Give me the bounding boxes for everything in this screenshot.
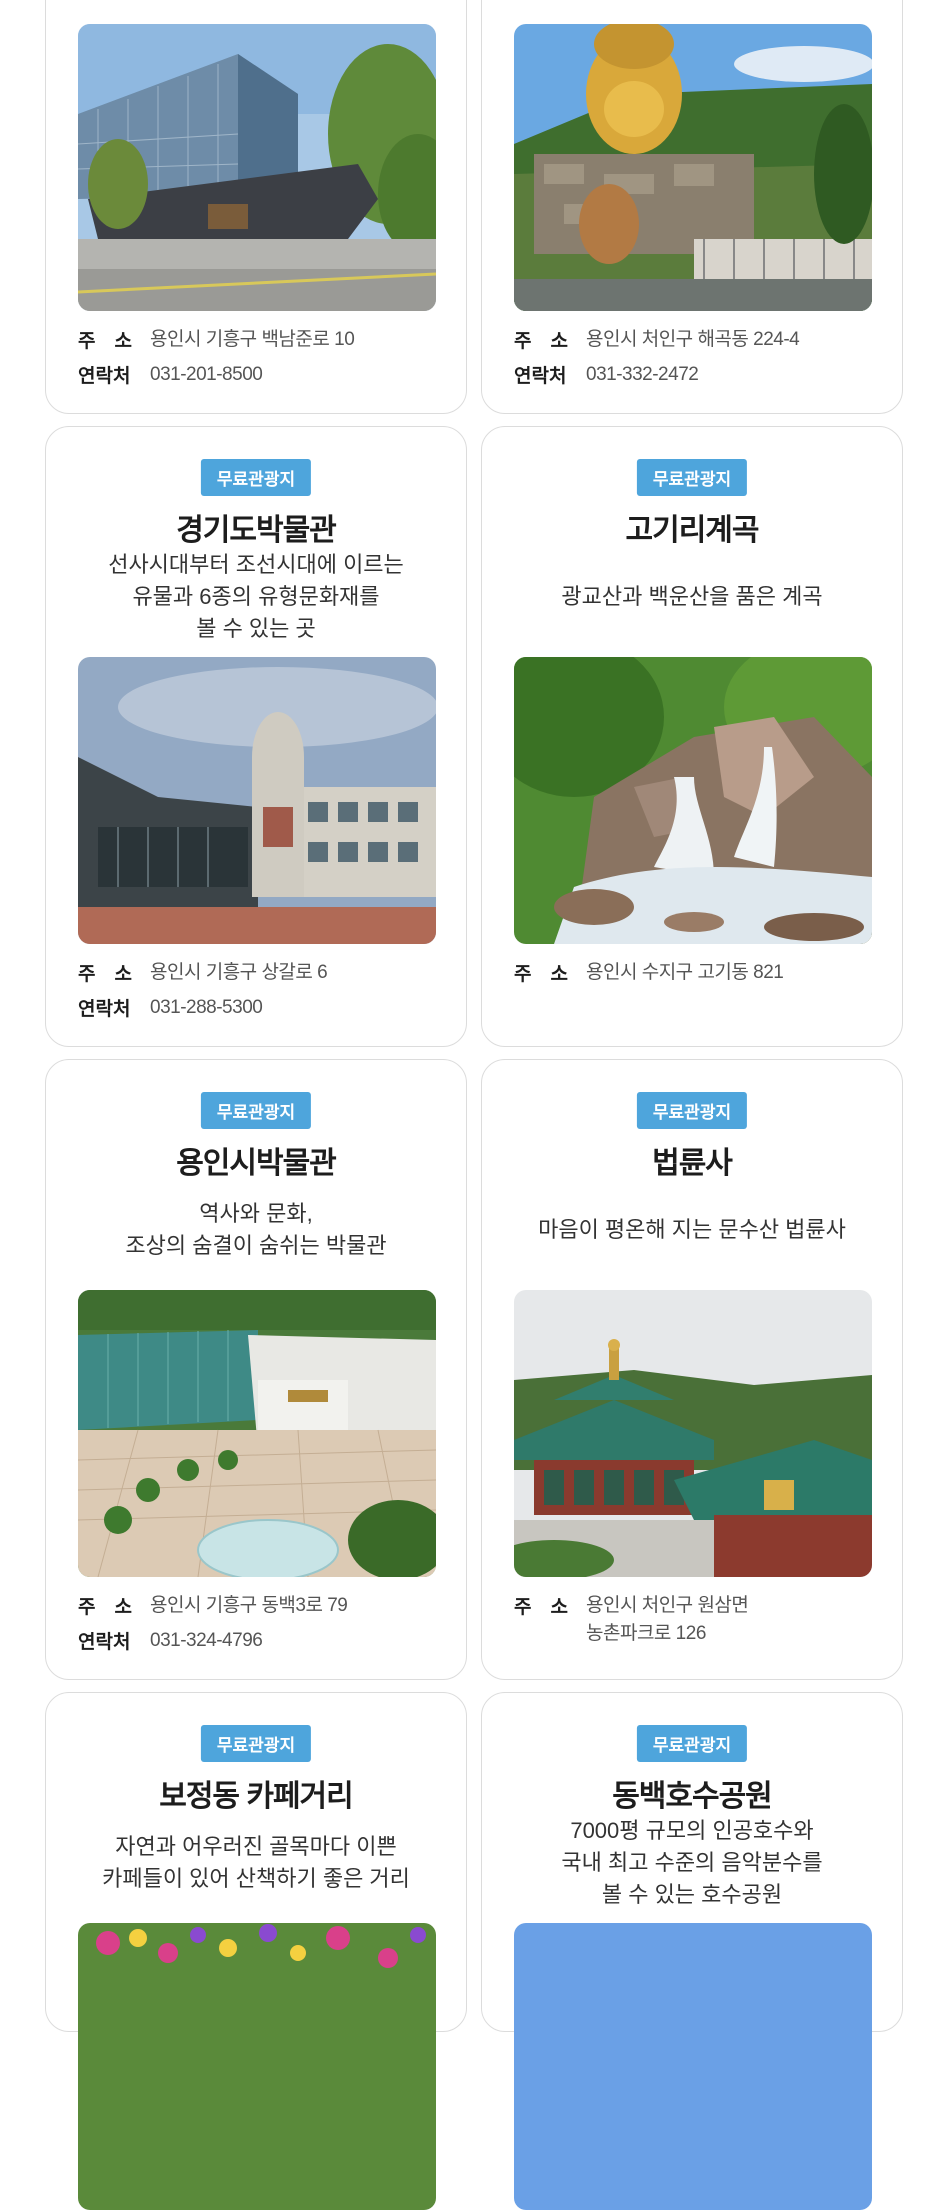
address-label: 주 소 [78,964,132,985]
attraction-description: 마음이 평온해 지는 문수산 법륜사 [492,1214,892,1246]
address-label: 주 소 [514,331,568,352]
address-value: 용인시 기흥구 상갈로 6 [150,962,328,983]
contact-label: 연락처 [514,366,567,387]
contact-value[interactable]: 031-288-5300 [150,994,263,1022]
description-line: 마음이 평온해 지는 문수산 법륜사 [538,1217,846,1242]
address-row: 주 소 용인시 처인구 원삼면 농촌파크로 126 [514,1592,882,1648]
description-line: 유물과 6종의 유형문화재를 [132,584,380,609]
free-attraction-badge: 무료관광지 [636,459,748,496]
attraction-description: 7000평 규모의 인공호수와 국내 최고 수준의 음악분수를 볼 수 있는 호… [492,1815,892,1911]
contact-value[interactable]: 031-201-8500 [150,361,263,389]
address-row: 주 소 용인시 수지구 고기동 821 [514,959,882,987]
address-row: 주 소 용인시 처인구 해곡동 224-4 [514,326,882,354]
temple-photo [514,1290,872,1577]
address-row: 주 소 용인시 기흥구 백남준로 10 [78,326,446,354]
attraction-card-bojeong-cafe-street[interactable]: 무료관광지 보정동 카페거리 자연과 어우러진 골목마다 이쁜 카페들이 있어 … [45,1692,467,2210]
description-line: 선사시대부터 조선시대에 이르는 [108,552,404,577]
attraction-title: 동백호수공원 [612,1780,773,1813]
attraction-card-buddha-temple[interactable]: 주 소 용인시 처인구 해곡동 224-4 연락처 031-332-2472 [481,0,903,414]
description-line: 카페들이 있어 산책하기 좋은 거리 [102,1866,410,1891]
description-line: 7000평 규모의 인공호수와 [570,1818,814,1843]
description-line: 자연과 어우러진 골목마다 이쁜 [115,1834,397,1859]
contact-row: 연락처 031-324-4796 [78,1627,446,1655]
attraction-description: 자연과 어우러진 골목마다 이쁜 카페들이 있어 산책하기 좋은 거리 [56,1831,456,1895]
description-line: 역사와 문화, [199,1201,313,1226]
attraction-card-yongin-museum[interactable]: 무료관광지 용인시박물관 역사와 문화, 조상의 숨결이 숨쉬는 박물관 주 소… [45,1059,467,1680]
address-value: 용인시 수지구 고기동 821 [586,962,784,983]
contact-value[interactable]: 031-324-4796 [150,1627,263,1655]
address-value: 용인시 처인구 원삼면 농촌파크로 126 [586,1592,749,1648]
contact-value[interactable]: 031-332-2472 [586,361,699,389]
address-row: 주 소 용인시 기흥구 동백3로 79 [78,1592,446,1620]
attraction-description: 선사시대부터 조선시대에 이르는 유물과 6종의 유형문화재를 볼 수 있는 곳 [56,549,456,645]
attraction-card-beopryunsa-temple[interactable]: 무료관광지 법륜사 마음이 평온해 지는 문수산 법륜사 주 소 용인시 처인구… [481,1059,903,1680]
free-attraction-badge: 무료관광지 [200,1725,312,1762]
free-attraction-badge: 무료관광지 [200,459,312,496]
description-line: 볼 수 있는 호수공원 [601,1882,783,1907]
buddha-statue-photo [514,24,872,311]
address-line: 용인시 처인구 원삼면 [586,1595,749,1616]
description-line: 국내 최고 수준의 음악분수를 [561,1850,823,1875]
description-line: 볼 수 있는 곳 [196,616,316,641]
yongin-museum-photo [78,1290,436,1577]
valley-photo [514,657,872,944]
address-label: 주 소 [514,1597,568,1618]
description-line: 광교산과 백운산을 품은 계곡 [561,584,823,609]
attraction-title: 보정동 카페거리 [159,1780,354,1813]
contact-label: 연락처 [78,366,131,387]
lake-park-photo [514,1923,872,2210]
attraction-card-gyeonggi-museum[interactable]: 무료관광지 경기도박물관 선사시대부터 조선시대에 이르는 유물과 6종의 유형… [45,426,467,1047]
address-value: 용인시 처인구 해곡동 224-4 [586,329,800,350]
address-row: 주 소 용인시 기흥구 상갈로 6 [78,959,446,987]
free-attraction-badge: 무료관광지 [636,1092,748,1129]
cafe-street-photo [78,1923,436,2210]
attraction-card-nam-june-paik-art-center[interactable]: 주 소 용인시 기흥구 백남준로 10 연락처 031-201-8500 [45,0,467,414]
address-label: 주 소 [514,964,568,985]
art-center-photo [78,24,436,311]
attraction-title: 법륜사 [652,1147,733,1180]
contact-row: 연락처 031-332-2472 [514,361,882,389]
description-line: 조상의 숨결이 숨쉬는 박물관 [125,1233,387,1258]
attraction-title: 경기도박물관 [176,514,337,547]
address-label: 주 소 [78,331,132,352]
address-line: 농촌파크로 126 [586,1623,706,1644]
contact-row: 연락처 031-201-8500 [78,361,446,389]
attraction-title: 고기리계곡 [625,514,760,547]
address-label: 주 소 [78,1597,132,1618]
contact-row: 연락처 031-288-5300 [78,994,446,1022]
museum-photo [78,657,436,944]
contact-label: 연락처 [78,1632,131,1653]
attraction-title: 용인시박물관 [176,1147,337,1180]
contact-label: 연락처 [78,999,131,1020]
free-attraction-badge: 무료관광지 [636,1725,748,1762]
attraction-card-dongbaek-lake-park[interactable]: 무료관광지 동백호수공원 7000평 규모의 인공호수와 국내 최고 수준의 음… [481,1692,903,2210]
free-attraction-badge: 무료관광지 [200,1092,312,1129]
address-value: 용인시 기흥구 동백3로 79 [150,1595,348,1616]
attraction-card-gogiri-valley[interactable]: 무료관광지 고기리계곡 광교산과 백운산을 품은 계곡 주 소 용인시 수지구 … [481,426,903,1047]
address-value: 용인시 기흥구 백남준로 10 [150,329,355,350]
attraction-description: 광교산과 백운산을 품은 계곡 [492,581,892,613]
attraction-description: 역사와 문화, 조상의 숨결이 숨쉬는 박물관 [56,1198,456,1262]
